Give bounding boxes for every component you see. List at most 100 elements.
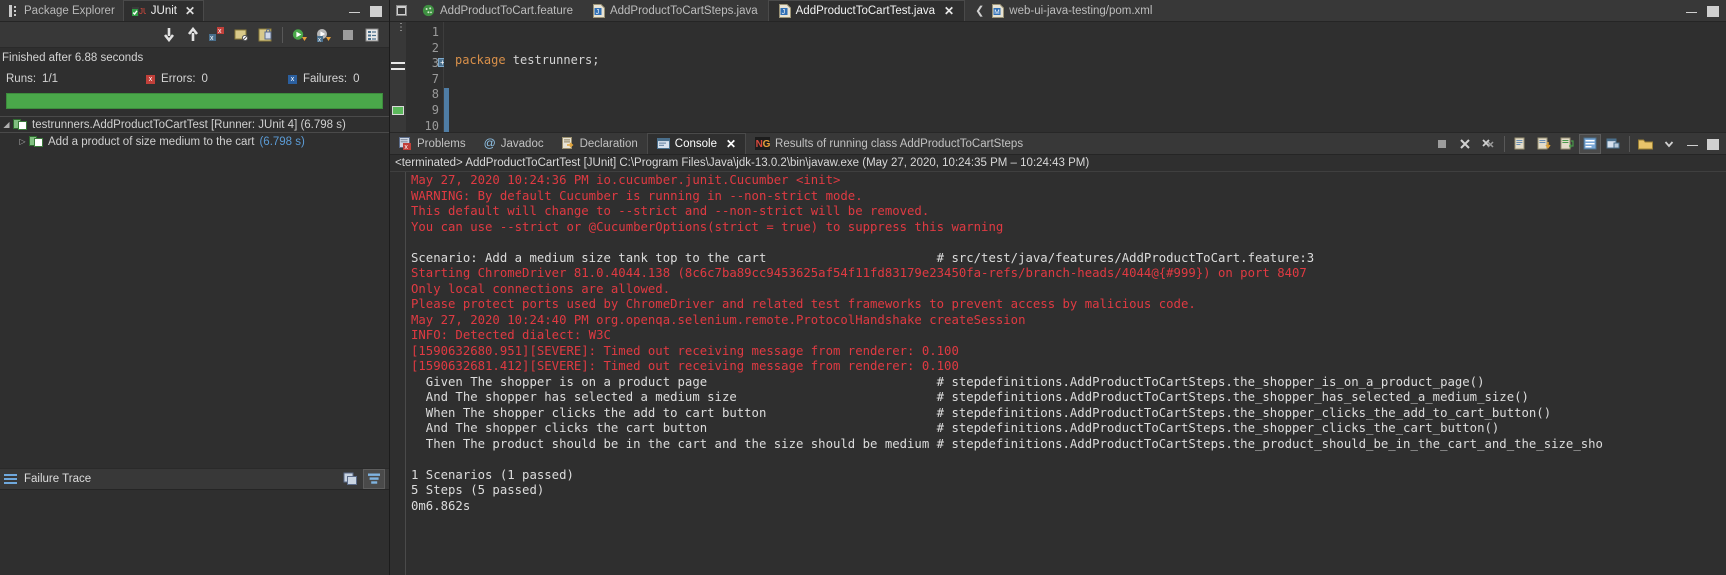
rerun-failed-icon[interactable]: x — [313, 25, 335, 45]
stop-icon[interactable] — [337, 25, 359, 45]
console-tab-label: Results of running class AddProductToCar… — [775, 137, 1024, 150]
declaration-icon — [561, 137, 575, 150]
junit-status-text: Finished after 6.88 seconds — [0, 48, 389, 68]
console-tabbar: x Problems @ Javadoc Declaration Console… — [390, 132, 1726, 155]
arrow-down-icon[interactable] — [158, 25, 180, 45]
editor-tab-steps-java[interactable]: J AddProductToCartSteps.java — [583, 0, 768, 21]
tab-console[interactable]: Console ✕ — [646, 133, 747, 154]
cucumber-icon — [422, 4, 435, 17]
clear-console-icon[interactable] — [1510, 134, 1532, 154]
remove-all-icon[interactable] — [1477, 134, 1499, 154]
tab-problems[interactable]: x Problems — [390, 133, 475, 154]
code-line-1: package testrunners; — [455, 53, 600, 67]
maximize-icon[interactable] — [1707, 138, 1719, 150]
editor-change-bar — [444, 22, 449, 132]
console-line: [1590632681.412][SEVERE]: Timed out rece… — [411, 359, 1726, 375]
junit-toolbar: x x x — [0, 22, 389, 48]
java-file-icon: J — [778, 4, 791, 18]
filter-icon[interactable] — [363, 469, 385, 489]
tab-declaration[interactable]: Declaration — [553, 133, 647, 154]
lock-icon[interactable] — [254, 25, 276, 45]
tab-results-of-running-class[interactable]: N G Results of running class AddProductT… — [746, 133, 1032, 154]
console-line-text: 0m6.862s — [411, 498, 471, 513]
maximize-icon[interactable] — [1707, 5, 1719, 17]
minimize-icon[interactable] — [349, 5, 360, 16]
rerun-icon[interactable] — [289, 25, 311, 45]
close-icon[interactable]: ✕ — [185, 4, 195, 18]
runs-value: 1/1 — [42, 73, 59, 85]
close-icon[interactable]: ✕ — [944, 4, 954, 18]
open-console-icon[interactable] — [1635, 134, 1657, 154]
editor-code-content[interactable]: package testrunners; import org.junit.ru… — [449, 22, 1726, 132]
console-line-text: Given The shopper is on a product page — [411, 374, 937, 389]
console-line-text: INFO: Detected dialect: W3C — [411, 328, 611, 342]
svg-text:x: x — [318, 37, 321, 42]
console-line-text: This default will change to --strict and… — [411, 204, 930, 218]
tab-label: JUnit — [150, 5, 177, 17]
toolbar-separator — [282, 26, 283, 43]
line-number: 10 — [424, 118, 439, 132]
console-terminated-header: <terminated> AddProductToCartTest [JUnit… — [390, 155, 1726, 172]
display-console-icon[interactable] — [1602, 134, 1624, 154]
copy-icon[interactable] — [339, 469, 361, 489]
hierarchy-icon[interactable] — [230, 25, 252, 45]
minimize-icon[interactable] — [1687, 138, 1698, 149]
console-line-text — [411, 235, 418, 249]
console-line: [1590632680.951][SEVERE]: Timed out rece… — [411, 344, 1726, 360]
chevron-left-icon[interactable]: ❮ — [975, 4, 984, 17]
collapse-arrow-icon[interactable]: ▷ — [16, 137, 29, 146]
console-line-location: # stepdefinitions.AddProductToCartSteps.… — [936, 405, 1552, 420]
console-output[interactable]: May 27, 2020 10:24:36 PM io.cucumber.jun… — [406, 172, 1726, 575]
console-tab-label: Declaration — [579, 137, 638, 150]
console-line-text — [411, 452, 418, 466]
editor-tabbar: AddProductToCart.feature J AddProductToC… — [390, 0, 1726, 22]
failures-only-icon[interactable]: x x — [206, 25, 228, 45]
tab-junit[interactable]: JU JUnit ✕ — [122, 0, 205, 21]
errors-label: Errors: — [161, 73, 196, 85]
arrow-up-icon[interactable] — [182, 25, 204, 45]
tab-package-explorer[interactable]: Package Explorer — [0, 0, 123, 21]
view-menu-icon[interactable] — [361, 25, 383, 45]
remove-icon[interactable] — [1454, 134, 1476, 154]
maximize-icon[interactable] — [370, 5, 382, 17]
console-line-text: May 27, 2020 10:24:40 PM org.openqa.sele… — [411, 312, 1026, 327]
scroll-lock-icon[interactable] — [1533, 134, 1555, 154]
tree-item-testrunners-test[interactable]: ◢ testrunners.AddProductToCartTest [Runn… — [0, 116, 389, 133]
console-line: 1 Scenarios (1 passed) — [411, 468, 1726, 484]
breakpoint-dots-icon: ⋮ — [396, 22, 406, 33]
tree-item-scenario[interactable]: ▷ Add a product of size medium to the ca… — [0, 133, 389, 150]
editor-tab-test-java[interactable]: J AddProductToCartTest.java ✕ — [767, 0, 966, 21]
editor-marker-green — [392, 106, 404, 115]
console-line-text: [1590632680.951][SEVERE]: Timed out rece… — [411, 343, 959, 358]
editor-tab-label: AddProductToCart.feature — [440, 4, 573, 17]
console-line: May 27, 2020 10:24:40 PM org.openqa.sele… — [411, 313, 1726, 329]
failures-label: Failures: — [302, 73, 348, 85]
maven-file-icon: M — [992, 3, 1005, 18]
console-line: 0m6.862s — [411, 499, 1726, 515]
terminate-icon[interactable] — [1431, 134, 1453, 154]
console-line-location: # stepdefinitions.AddProductToCartSteps.… — [936, 374, 1485, 389]
console-line: Scenario: Add a medium size tank top to … — [411, 251, 1726, 267]
close-icon[interactable]: ✕ — [726, 137, 736, 151]
console-line-text: You can use --strict or @CucumberOptions… — [411, 219, 1004, 234]
code-editor[interactable]: ⋮ 1 2 3 + 7 8 9 10 package testrunners; — [390, 22, 1726, 132]
word-wrap-icon[interactable] — [1556, 134, 1578, 154]
eclipse-ide-window: Package Explorer JU JUnit ✕ x x x Finish… — [0, 0, 1726, 575]
console-line: 5 Steps (5 passed) — [411, 483, 1726, 499]
editor-restore-icon[interactable] — [390, 0, 412, 21]
pin-icon[interactable] — [1579, 133, 1601, 154]
editor-tab-feature[interactable]: AddProductToCart.feature — [412, 0, 583, 21]
console-left-rail — [390, 172, 406, 575]
editor-marker-white-1 — [391, 62, 405, 64]
editor-marker-bar[interactable]: ⋮ — [390, 22, 406, 132]
left-panel-tabbar: Package Explorer JU JUnit ✕ — [0, 0, 389, 22]
editor-tab-pom-xml[interactable]: ❮ M web-ui-java-testing/pom.xml — [965, 0, 1162, 21]
failure-trace-header: Failure Trace — [0, 468, 389, 490]
view-menu-icon[interactable] — [1658, 134, 1680, 154]
svg-text:JU: JU — [139, 7, 146, 16]
minimize-icon[interactable] — [1686, 5, 1697, 16]
console-line-text: And The shopper clicks the cart button — [411, 421, 937, 435]
expand-arrow-icon[interactable]: ◢ — [0, 120, 13, 129]
tab-javadoc[interactable]: @ Javadoc — [475, 133, 553, 154]
